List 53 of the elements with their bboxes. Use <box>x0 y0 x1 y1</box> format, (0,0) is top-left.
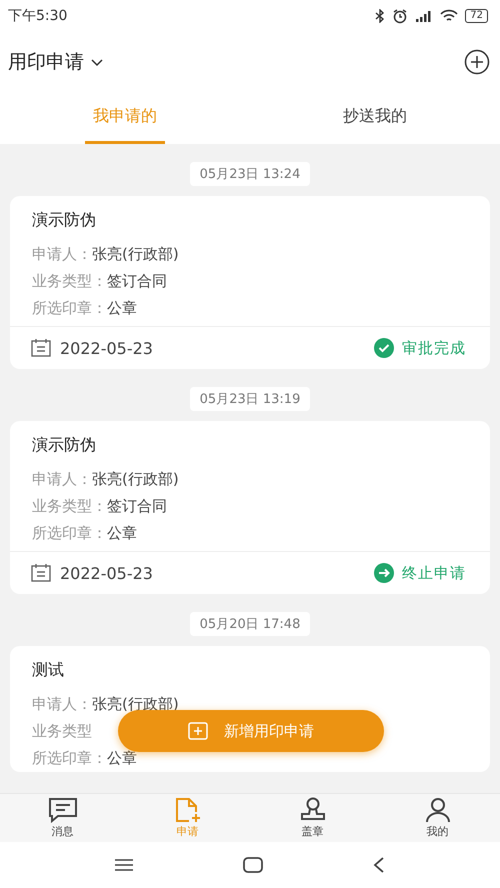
back-icon[interactable] <box>372 857 386 873</box>
timestamp-badge: 05月23日 13:24 <box>190 162 310 186</box>
person-icon <box>424 797 452 823</box>
field-value: 签订合同 <box>107 272 167 290</box>
check-circle-icon <box>374 338 394 358</box>
record-date: 2022-05-23 <box>60 564 153 582</box>
record-title: 演示防伪 <box>32 210 97 231</box>
calendar-icon <box>30 563 52 583</box>
nav-tab[interactable]: 盖章 <box>250 794 375 842</box>
field-label: 申请人： <box>32 695 92 713</box>
timestamp-badge: 05月23日 13:19 <box>190 387 310 411</box>
page-title[interactable]: 用印申请 <box>8 49 84 75</box>
field-value: 公章 <box>107 524 137 542</box>
field-label: 申请人： <box>32 245 92 263</box>
chevron-down-icon[interactable] <box>90 57 104 67</box>
field-label: 所选印章： <box>32 299 107 317</box>
record-title: 演示防伪 <box>32 435 97 456</box>
home-icon[interactable] <box>242 857 263 873</box>
status-label: 终止申请 <box>402 564 466 582</box>
battery-indicator: 72 <box>465 9 488 23</box>
record-title: 测试 <box>32 660 65 681</box>
menu-icon[interactable] <box>114 858 134 872</box>
tab[interactable]: 抄送我的 <box>339 92 411 144</box>
field-value: 张亮(行政部) <box>92 245 179 263</box>
field-label: 所选印章： <box>32 749 107 767</box>
signal-icon <box>415 9 434 23</box>
field-value: 公章 <box>107 749 137 767</box>
field-label: 业务类型： <box>32 272 107 290</box>
status-label: 审批完成 <box>402 338 466 358</box>
field-value: 签订合同 <box>107 497 167 515</box>
field-value: 张亮(行政部) <box>92 470 179 488</box>
document-plus-icon <box>174 797 202 823</box>
field-value: 公章 <box>107 299 137 317</box>
timestamp-badge: 05月20日 17:48 <box>190 612 310 636</box>
calendar-icon <box>30 338 52 358</box>
plus-square-icon <box>188 722 208 740</box>
nav-tab[interactable]: 我的 <box>375 794 500 842</box>
message-icon <box>48 797 78 823</box>
field-label: 申请人： <box>32 470 92 488</box>
stamp-icon <box>298 797 326 823</box>
field-label: 业务类型： <box>32 497 107 515</box>
bluetooth-icon <box>375 9 386 23</box>
record-card[interactable]: 演示防伪 申请人：张亮(行政部) 业务类型：签订合同 所选印章：公章 2022-05-23 终止申请 <box>10 421 490 594</box>
status-time: 下午5:30 <box>8 7 68 25</box>
field-label: 业务类型 <box>32 722 92 740</box>
add-icon[interactable] <box>464 49 490 75</box>
alarm-icon <box>392 8 408 24</box>
wifi-icon <box>440 9 458 23</box>
field-label: 所选印章： <box>32 524 107 542</box>
record-card[interactable]: 演示防伪 申请人：张亮(行政部) 业务类型：签订合同 所选印章：公章 2022-05-23 审批完成 <box>10 196 490 369</box>
arrow-circle-icon <box>374 563 394 583</box>
nav-tab[interactable]: 消息 <box>0 794 125 842</box>
record-date: 2022-05-23 <box>60 338 153 358</box>
